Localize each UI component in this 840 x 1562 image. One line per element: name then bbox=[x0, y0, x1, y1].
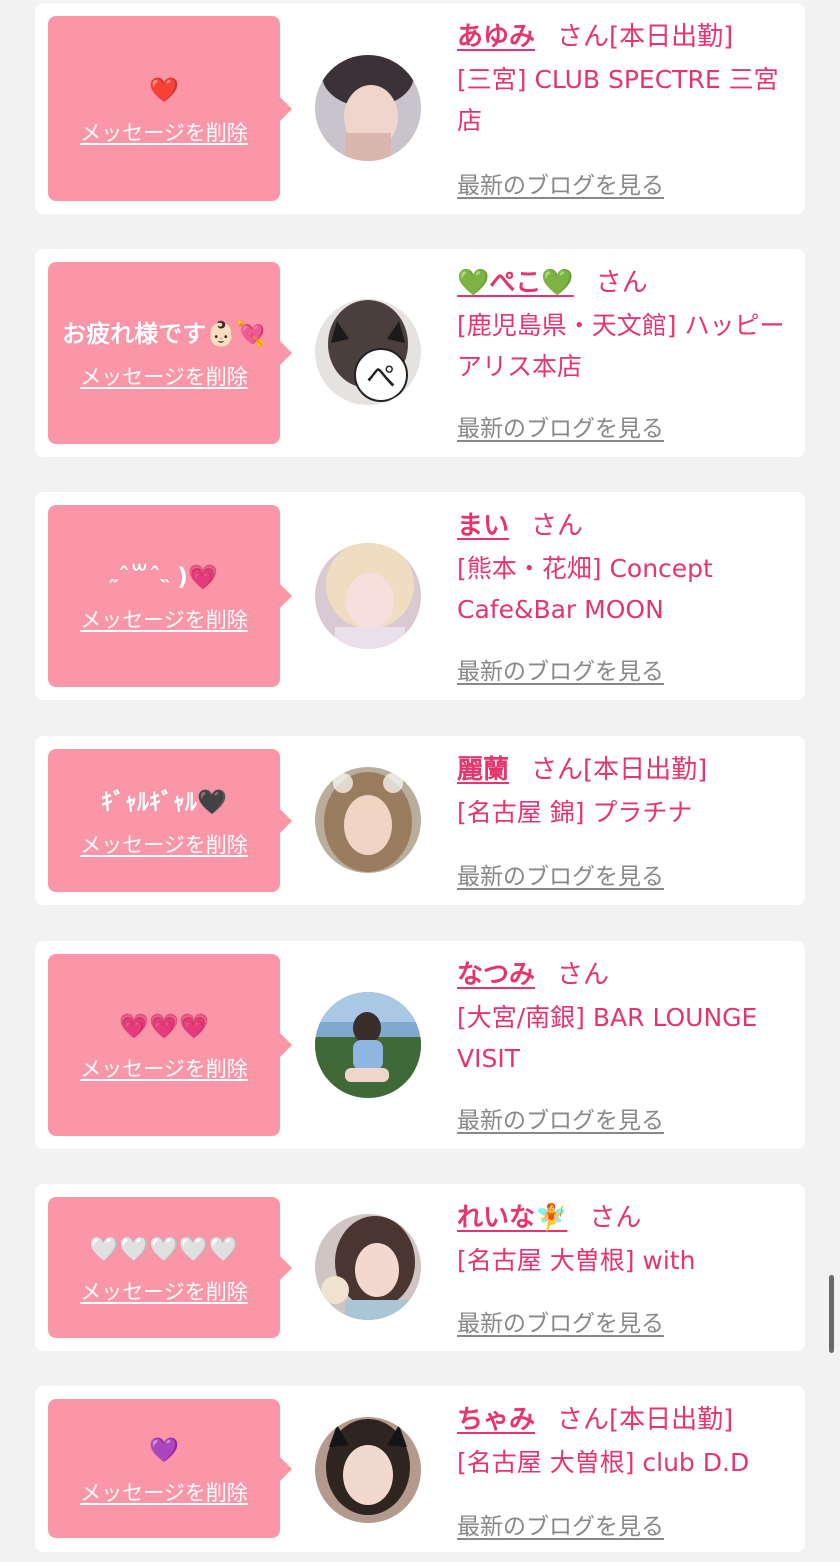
message-text: ❤️ bbox=[149, 75, 179, 104]
cast-info: 麗蘭 さん[本日出勤] [名古屋 錦] プラチナ bbox=[457, 748, 793, 833]
latest-blog-link[interactable]: 最新のブログを見る bbox=[457, 857, 664, 891]
message-bubble: ｷﾞｬﾙｷﾞｬﾙ🖤 メッセージを削除 bbox=[48, 749, 292, 892]
delete-message-link[interactable]: メッセージを削除 bbox=[80, 1053, 248, 1083]
honorific: さん bbox=[557, 22, 610, 52]
cast-info: まい さん [熊本・花畑] Concept Cafe&Bar MOON bbox=[457, 504, 793, 630]
avatar[interactable] bbox=[315, 767, 421, 873]
message-bubble: 🤍🤍🤍🤍🤍 メッセージを削除 bbox=[48, 1197, 292, 1338]
avatar-photo-icon bbox=[315, 767, 421, 873]
honorific: さん bbox=[531, 755, 584, 785]
avatar[interactable] bbox=[315, 1214, 421, 1320]
status-badge: [本日出勤] bbox=[609, 1405, 734, 1435]
avatar[interactable] bbox=[315, 543, 421, 649]
message-card: ˶ˆ꒳ˆ˵ )💗 メッセージを削除 まい さん [熊本・花畑] Concept C… bbox=[35, 492, 805, 700]
message-text: 💜 bbox=[149, 1435, 179, 1464]
message-card: 💜 メッセージを削除 ちゃみ さん[本日出勤] [名古屋 大曽根] club D.… bbox=[35, 1386, 805, 1552]
honorific: さん bbox=[531, 511, 584, 541]
avatar-photo-icon bbox=[315, 55, 421, 161]
delete-message-link[interactable]: メッセージを削除 bbox=[80, 829, 248, 859]
avatar-photo-icon bbox=[315, 992, 421, 1098]
cast-info: ちゃみ さん[本日出勤] [名古屋 大曽根] club D.D bbox=[457, 1398, 793, 1483]
honorific: さん bbox=[595, 268, 648, 298]
message-card: 🤍🤍🤍🤍🤍 メッセージを削除 れいな🧚 さん [名古屋 大曽根] with 最新の… bbox=[35, 1184, 805, 1351]
latest-blog-link[interactable]: 最新のブログを見る bbox=[457, 166, 664, 200]
message-bubble: ❤️ メッセージを削除 bbox=[48, 16, 292, 201]
svg-text:ぺ: ぺ bbox=[366, 360, 396, 395]
delete-message-link[interactable]: メッセージを削除 bbox=[80, 604, 248, 634]
message-bubble: お疲れ様です👶🏻💘 メッセージを削除 bbox=[48, 262, 292, 444]
avatar[interactable] bbox=[315, 1417, 421, 1523]
shop-name: [名古屋 大曽根] with bbox=[457, 1246, 696, 1275]
latest-blog-link[interactable]: 最新のブログを見る bbox=[457, 652, 664, 686]
cast-info: なつみ さん [大宮/南銀] BAR LOUNGE VISIT bbox=[457, 953, 793, 1079]
message-text: お疲れ様です👶🏻💘 bbox=[62, 320, 266, 348]
message-bubble: 💗💗💗 メッセージを削除 bbox=[48, 954, 292, 1136]
cast-name-link[interactable]: ちゃみ bbox=[457, 1405, 535, 1435]
delete-message-link[interactable]: メッセージを削除 bbox=[80, 361, 248, 391]
honorific: さん bbox=[589, 1203, 642, 1233]
latest-blog-link[interactable]: 最新のブログを見る bbox=[457, 409, 664, 443]
message-text: 💗💗💗 bbox=[119, 1012, 209, 1040]
message-bubble: 💜 メッセージを削除 bbox=[48, 1399, 292, 1538]
shop-name: [三宮] CLUB SPECTRE 三宮店 bbox=[457, 65, 779, 135]
latest-blog-link[interactable]: 最新のブログを見る bbox=[457, 1507, 664, 1541]
avatar-photo-icon bbox=[315, 1214, 421, 1320]
cast-name-link[interactable]: あゆみ bbox=[457, 22, 535, 52]
delete-message-link[interactable]: メッセージを削除 bbox=[80, 1276, 248, 1306]
avatar[interactable]: ぺ bbox=[315, 299, 421, 405]
scrollbar-thumb[interactable] bbox=[829, 1275, 834, 1353]
shop-name: [名古屋 大曽根] club D.D bbox=[457, 1448, 750, 1477]
message-card: 💗💗💗 メッセージを削除 なつみ さん [大宮/南銀] BAR LOUNGE VI… bbox=[35, 941, 805, 1149]
avatar-photo-icon: ぺ bbox=[315, 299, 421, 405]
latest-blog-link[interactable]: 最新のブログを見る bbox=[457, 1101, 664, 1135]
latest-blog-link[interactable]: 最新のブログを見る bbox=[457, 1304, 664, 1338]
status-badge: [本日出勤] bbox=[583, 755, 708, 785]
cast-name-link[interactable]: 💚ぺこ💚 bbox=[457, 268, 574, 298]
cast-name-link[interactable]: れいな🧚 bbox=[457, 1203, 567, 1233]
delete-message-link[interactable]: メッセージを削除 bbox=[80, 1477, 248, 1507]
message-text: ｷﾞｬﾙｷﾞｬﾙ🖤 bbox=[101, 787, 227, 816]
cast-name-link[interactable]: まい bbox=[457, 511, 509, 541]
cast-name-link[interactable]: 麗蘭 bbox=[457, 755, 509, 785]
cast-info: 💚ぺこ💚 さん [鹿児島県・天文館] ハッピーアリス本店 bbox=[457, 261, 793, 387]
cast-info: れいな🧚 さん [名古屋 大曽根] with bbox=[457, 1196, 793, 1281]
honorific: さん bbox=[557, 1405, 610, 1435]
avatar-photo-icon bbox=[315, 543, 421, 649]
cast-name-link[interactable]: なつみ bbox=[457, 960, 535, 990]
message-card: ｷﾞｬﾙｷﾞｬﾙ🖤 メッセージを削除 麗蘭 さん[本日出勤] [名古屋 錦] プラ… bbox=[35, 736, 805, 905]
status-badge: [本日出勤] bbox=[609, 22, 734, 52]
honorific: さん bbox=[557, 960, 610, 990]
message-card: ❤️ メッセージを削除 あゆみ さん[本日出勤] [三宮] CLUB SPECTR… bbox=[35, 3, 805, 214]
shop-name: [名古屋 錦] プラチナ bbox=[457, 798, 693, 827]
delete-message-link[interactable]: メッセージを削除 bbox=[80, 117, 248, 147]
avatar-photo-icon bbox=[315, 1417, 421, 1523]
message-text: 🤍🤍🤍🤍🤍 bbox=[89, 1234, 239, 1263]
shop-name: [熊本・花畑] Concept Cafe&Bar MOON bbox=[457, 554, 713, 624]
avatar[interactable] bbox=[315, 55, 421, 161]
message-text: ˶ˆ꒳ˆ˵ )💗 bbox=[110, 563, 218, 591]
message-bubble: ˶ˆ꒳ˆ˵ )💗 メッセージを削除 bbox=[48, 505, 292, 687]
shop-name: [鹿児島県・天文館] ハッピーアリス本店 bbox=[457, 311, 785, 381]
message-card: お疲れ様です👶🏻💘 メッセージを削除 ぺ 💚ぺこ💚 さん [鹿児島県・天文館] ハ… bbox=[35, 249, 805, 457]
shop-name: [大宮/南銀] BAR LOUNGE VISIT bbox=[457, 1003, 758, 1073]
avatar[interactable] bbox=[315, 992, 421, 1098]
cast-info: あゆみ さん[本日出勤] [三宮] CLUB SPECTRE 三宮店 bbox=[457, 15, 793, 141]
